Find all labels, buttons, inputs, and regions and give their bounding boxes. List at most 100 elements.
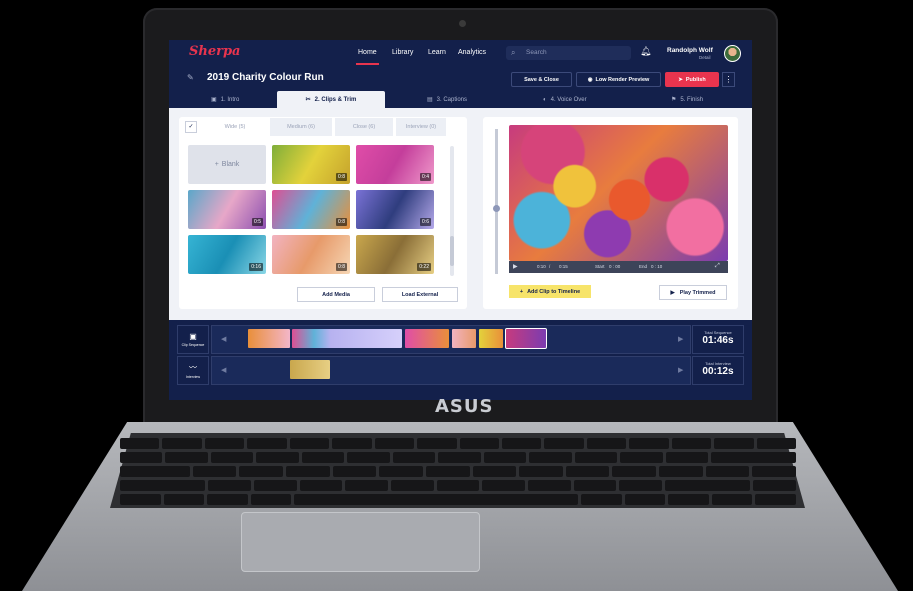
tab-intro[interactable]: ▣ 1. Intro xyxy=(211,91,239,108)
clip-duration: 0:6 xyxy=(420,218,431,226)
timeline-clip[interactable] xyxy=(248,329,290,348)
timeline-clip[interactable] xyxy=(292,329,402,348)
publish-button[interactable]: ➤ Publish xyxy=(665,72,719,87)
trim-slider-knob[interactable] xyxy=(493,205,500,212)
user-name[interactable]: Randolph Wolf xyxy=(667,47,713,54)
clip-sequence-label: ▣ Clip Sequence xyxy=(177,325,209,354)
scissors-icon: ✂ xyxy=(305,97,311,103)
tab-interview[interactable]: Interview (0) xyxy=(396,118,446,136)
app-logo[interactable]: Sherpa xyxy=(189,44,240,59)
interview-text: Interview xyxy=(185,375,200,379)
load-external-button[interactable]: Load External xyxy=(382,287,458,302)
app-screen: Sherpa Home Library Learn Analytics ⌕ Se… xyxy=(169,40,752,400)
nav-home[interactable]: Home xyxy=(356,49,379,65)
low-render-preview-button[interactable]: ◉ Low Render Preview xyxy=(576,72,661,87)
waveform-icon: 〰 xyxy=(189,363,197,372)
scroll-left-icon[interactable]: ◀ xyxy=(221,335,226,343)
tab-voice-label: 4. Voice Over xyxy=(550,96,587,103)
fullscreen-icon[interactable]: ⤢ xyxy=(715,263,720,270)
timeline-clip[interactable] xyxy=(452,329,476,348)
clip-duration: 0:8 xyxy=(336,218,347,226)
add-clip-to-timeline-button[interactable]: + Add Clip to Timeline xyxy=(509,285,591,298)
blank-clip-tile[interactable]: + Blank xyxy=(188,145,266,184)
clip-thumbnail[interactable]: 0:5 xyxy=(188,190,266,229)
finish-icon: ⚑ xyxy=(671,97,677,103)
timeline-clip[interactable] xyxy=(479,329,503,348)
edit-icon[interactable]: ✎ xyxy=(187,73,194,82)
search-placeholder: Search xyxy=(526,49,547,56)
add-clip-label: Add Clip to Timeline xyxy=(527,288,581,295)
tab-intro-label: 1. Intro xyxy=(220,96,240,103)
interview-lane[interactable]: ◀ ▶ xyxy=(211,356,691,385)
time-separator: / xyxy=(549,264,551,269)
tab-medium[interactable]: Medium (6) xyxy=(270,118,332,136)
timeline-clip[interactable] xyxy=(405,329,449,348)
save-close-label: Save & Close xyxy=(524,76,559,83)
clip-thumbnail[interactable]: 0:8 xyxy=(272,145,350,184)
more-options-icon[interactable]: ⋮ xyxy=(722,72,735,87)
blank-label: Blank xyxy=(221,161,240,168)
key-row xyxy=(120,452,797,463)
total-interview-value: 00:12s xyxy=(702,366,734,377)
tab-wide[interactable]: Wide (5) xyxy=(203,118,267,136)
clip-thumbnail[interactable]: 0:6 xyxy=(356,190,434,229)
captions-icon: ▤ xyxy=(427,97,433,103)
top-nav: Sherpa Home Library Learn Analytics ⌕ Se… xyxy=(169,40,752,66)
total-interview: Total Interview 00:12s xyxy=(692,356,744,385)
clip-sequence-text: Clip Sequence xyxy=(181,343,205,347)
tab-finish-label: 5. Finish xyxy=(680,96,704,103)
timeline-clip[interactable] xyxy=(290,360,330,379)
low-render-label: Low Render Preview xyxy=(595,76,650,83)
interview-track: 〰 Interview ◀ ▶ Total Interview 00:12s xyxy=(177,356,744,385)
play-trimmed-label: Play Trimmed xyxy=(679,289,716,296)
project-titlebar: ✎ 2019 Charity Colour Run Save & Close ◉… xyxy=(169,66,752,91)
clip-duration: 0:8 xyxy=(336,173,347,181)
current-time: 0:10 xyxy=(537,264,546,269)
start-label: Start xyxy=(595,264,605,269)
play-trimmed-button[interactable]: ▶ Play Trimmed xyxy=(659,285,727,300)
key-row xyxy=(120,494,796,505)
nav-analytics[interactable]: Analytics xyxy=(458,49,486,56)
trim-slider[interactable] xyxy=(493,129,500,274)
tab-voice-over[interactable]: ◐ 4. Voice Over xyxy=(543,91,587,108)
clip-grid-scrollbar[interactable] xyxy=(450,146,454,276)
total-sequence: Total Sequence 01:46s xyxy=(692,325,744,354)
search-icon: ⌕ xyxy=(511,48,516,57)
video-controls: ▶ 0:10 / 0:15 Start 0 : 00 End 0 : 10 ⤢ xyxy=(509,261,728,273)
tab-captions[interactable]: ▤ 3. Captions xyxy=(427,91,467,108)
select-all-checkbox[interactable]: ✓ xyxy=(185,121,197,133)
add-media-button[interactable]: Add Media xyxy=(297,287,375,302)
plus-icon: + xyxy=(519,288,524,295)
microphone-icon: ◐ xyxy=(543,96,547,103)
play-icon[interactable]: ▶ xyxy=(513,263,518,270)
end-time-input[interactable]: 0 : 10 xyxy=(651,264,662,269)
clip-sequence-lane[interactable]: ◀ ▶ xyxy=(211,325,691,354)
nav-learn[interactable]: Learn xyxy=(428,49,446,56)
avatar[interactable] xyxy=(724,45,741,62)
timeline: ▣ Clip Sequence ◀ ▶ Total Sequence 01:46… xyxy=(169,320,752,400)
start-time-input[interactable]: 0 : 00 xyxy=(609,264,620,269)
scroll-left-icon[interactable]: ◀ xyxy=(221,366,226,374)
clip-sequence-track: ▣ Clip Sequence ◀ ▶ Total Sequence 01:46… xyxy=(177,325,744,354)
clip-thumbnail[interactable]: 0:4 xyxy=(356,145,434,184)
clip-duration: 0:16 xyxy=(249,263,263,271)
total-time: 0:15 xyxy=(559,264,568,269)
save-close-button[interactable]: Save & Close xyxy=(511,72,572,87)
search-input[interactable]: ⌕ Search xyxy=(506,46,631,60)
clip-thumbnail[interactable]: 0:22 xyxy=(356,235,434,274)
tab-clips-trim[interactable]: ✂ 2. Clips & Trim xyxy=(277,91,385,108)
timeline-clip-selected[interactable] xyxy=(505,328,547,349)
clip-thumbnail[interactable]: 0:8 xyxy=(272,235,350,274)
video-preview[interactable] xyxy=(509,125,728,261)
scroll-right-icon[interactable]: ▶ xyxy=(678,366,683,374)
film-icon: ▣ xyxy=(189,332,197,341)
tab-close[interactable]: Close (6) xyxy=(335,118,393,136)
clip-thumbnail[interactable]: 0:8 xyxy=(272,190,350,229)
nav-library[interactable]: Library xyxy=(392,49,413,56)
clip-thumbnail[interactable]: 0:16 xyxy=(188,235,266,274)
tab-finish[interactable]: ⚑ 5. Finish xyxy=(671,91,703,108)
key-row xyxy=(120,438,796,449)
scrollbar-thumb[interactable] xyxy=(450,236,454,266)
bell-icon[interactable]: 🔔︎ xyxy=(640,46,651,57)
scroll-right-icon[interactable]: ▶ xyxy=(678,335,683,343)
